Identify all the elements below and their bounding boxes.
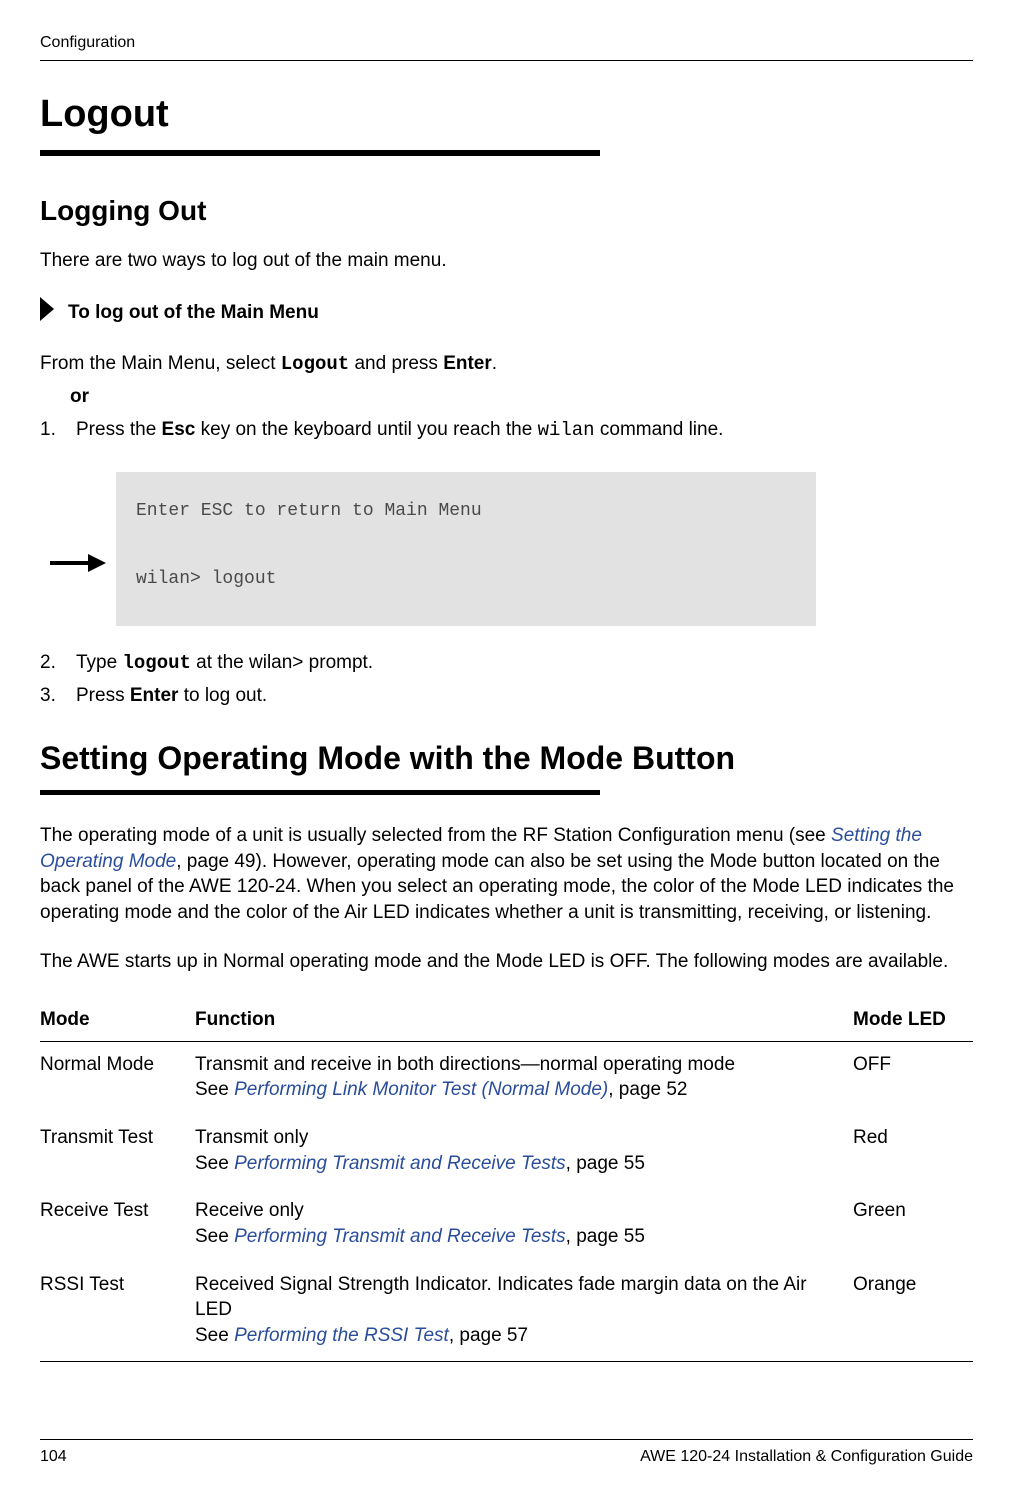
text-fragment: See: [195, 1079, 234, 1100]
step-number: 2.: [40, 650, 62, 677]
procedure-heading: To log out of the Main Menu: [40, 297, 973, 329]
arrow-right-icon: [50, 554, 108, 580]
heading-underline: [40, 790, 600, 795]
text-fragment: , page 55: [566, 1226, 645, 1247]
heading-underline: [40, 150, 600, 156]
text-fragment: Received Signal Strength Indicator. Indi…: [195, 1274, 807, 1321]
text-fragment: Press the: [76, 419, 162, 440]
text-fragment: command line.: [595, 419, 724, 440]
cell-function: Transmit and receive in both directions—…: [195, 1041, 853, 1115]
text-fragment: Press: [76, 685, 130, 706]
logout-keyword: logout: [122, 652, 190, 674]
procedure-label: To log out of the Main Menu: [68, 300, 319, 326]
text-fragment: From the Main Menu, select: [40, 353, 281, 374]
code-block-wrap: Enter ESC to return to Main Menu wilan> …: [116, 472, 816, 627]
table-header-row: Mode Function Mode LED: [40, 999, 973, 1041]
enter-keyword: Enter: [130, 685, 179, 706]
text-fragment: The operating mode of a unit is usually …: [40, 825, 831, 846]
terminal-code-block: Enter ESC to return to Main Menu wilan> …: [116, 472, 816, 627]
heading-logging-out: Logging Out: [40, 192, 973, 230]
table-row: Transmit Test Transmit only See Performi…: [40, 1115, 973, 1188]
intro-paragraph: There are two ways to log out of the mai…: [40, 248, 973, 274]
text-fragment: key on the keyboard until you reach the: [195, 419, 537, 440]
step-number: 1.: [40, 417, 62, 444]
cell-led: OFF: [853, 1041, 973, 1115]
esc-keyword: Esc: [162, 419, 196, 440]
page-number: 104: [40, 1446, 67, 1468]
link-link-monitor-test[interactable]: Performing Link Monitor Test (Normal Mod…: [234, 1079, 608, 1100]
text-fragment: Transmit only: [195, 1127, 308, 1148]
running-head: Configuration: [40, 32, 973, 54]
text-fragment: See: [195, 1153, 234, 1174]
text-fragment: See: [195, 1325, 234, 1346]
header-mode: Mode: [40, 999, 195, 1041]
guide-title: AWE 120-24 Installation & Configuration …: [640, 1446, 973, 1468]
step-text: Press Enter to log out.: [76, 683, 267, 709]
text-fragment: , page 57: [449, 1325, 528, 1346]
step-text: Press the Esc key on the keyboard until …: [76, 417, 723, 444]
text-fragment: and press: [349, 353, 443, 374]
cell-led: Red: [853, 1115, 973, 1188]
cell-led: Orange: [853, 1262, 973, 1361]
link-transmit-receive-tests[interactable]: Performing Transmit and Receive Tests: [234, 1153, 566, 1174]
page-footer: 104 AWE 120-24 Installation & Configurat…: [40, 1439, 973, 1468]
step-3: 3. Press Enter to log out.: [40, 683, 973, 709]
cell-mode: RSSI Test: [40, 1262, 195, 1361]
awe-starts-paragraph: The AWE starts up in Normal operating mo…: [40, 949, 973, 975]
code-line: Enter ESC to return to Main Menu: [136, 501, 482, 521]
from-main-menu-step: From the Main Menu, select Logout and pr…: [40, 351, 973, 378]
text-fragment: See: [195, 1226, 234, 1247]
heading-setting-mode: Setting Operating Mode with the Mode But…: [40, 737, 973, 780]
link-transmit-receive-tests[interactable]: Performing Transmit and Receive Tests: [234, 1226, 566, 1247]
step-2: 2. Type logout at the wilan> prompt.: [40, 650, 973, 677]
text-fragment: , page 52: [608, 1079, 687, 1100]
or-label: or: [70, 384, 973, 410]
heading-logout: Logout: [40, 89, 973, 140]
table-row: RSSI Test Received Signal Strength Indic…: [40, 1262, 973, 1361]
steps-list: 1. Press the Esc key on the keyboard unt…: [40, 417, 973, 444]
text-fragment: , page 49). However, operating mode can …: [40, 851, 954, 923]
cell-function: Receive only See Performing Transmit and…: [195, 1188, 853, 1261]
enter-keyword: Enter: [443, 353, 492, 374]
cell-mode: Normal Mode: [40, 1041, 195, 1115]
cell-function: Received Signal Strength Indicator. Indi…: [195, 1262, 853, 1361]
header-mode-led: Mode LED: [853, 999, 973, 1041]
table-row: Normal Mode Transmit and receive in both…: [40, 1041, 973, 1115]
text-fragment: Receive only: [195, 1200, 304, 1221]
step-1: 1. Press the Esc key on the keyboard unt…: [40, 417, 973, 444]
text-fragment: .: [492, 353, 497, 374]
text-fragment: , page 55: [566, 1153, 645, 1174]
cell-function: Transmit only See Performing Transmit an…: [195, 1115, 853, 1188]
text-fragment: to log out.: [178, 685, 267, 706]
text-fragment: Type: [76, 652, 122, 673]
pointer-right-icon: [40, 297, 58, 329]
setting-paragraph: The operating mode of a unit is usually …: [40, 823, 973, 926]
mode-table: Mode Function Mode LED Normal Mode Trans…: [40, 999, 973, 1361]
cell-mode: Receive Test: [40, 1188, 195, 1261]
code-line: wilan> logout: [136, 569, 276, 589]
table-row: Receive Test Receive only See Performing…: [40, 1188, 973, 1261]
cell-led: Green: [853, 1188, 973, 1261]
text-fragment: at the wilan> prompt.: [191, 652, 373, 673]
step-number: 3.: [40, 683, 62, 709]
header-function: Function: [195, 999, 853, 1041]
cell-mode: Transmit Test: [40, 1115, 195, 1188]
steps-list-continued: 2. Type logout at the wilan> prompt. 3. …: [40, 650, 973, 708]
wilan-keyword: wilan: [538, 419, 595, 441]
step-text: Type logout at the wilan> prompt.: [76, 650, 373, 677]
logout-keyword: Logout: [281, 353, 349, 375]
top-rule: [40, 60, 973, 61]
link-rssi-test[interactable]: Performing the RSSI Test: [234, 1325, 449, 1346]
text-fragment: Transmit and receive in both directions—…: [195, 1054, 735, 1075]
